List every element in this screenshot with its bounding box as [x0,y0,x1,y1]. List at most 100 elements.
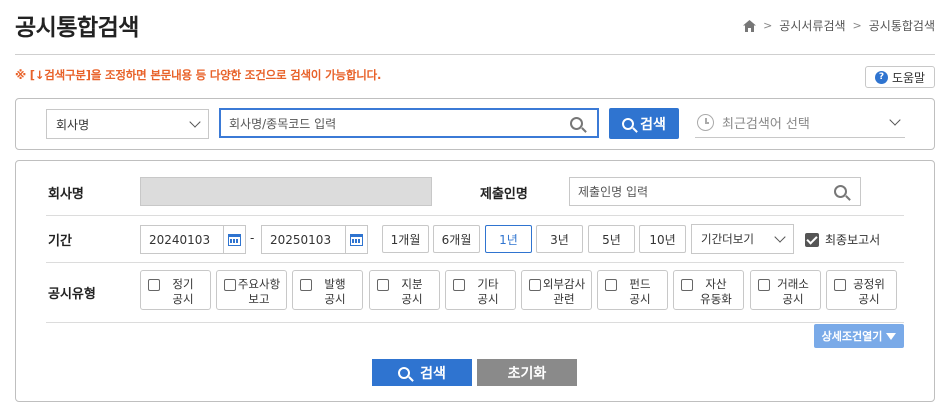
type-label-line: 정기 [172,277,194,291]
disclosure-type-button[interactable]: 발행 공시 [292,270,363,310]
search-type-select[interactable]: 회사명 [46,109,209,139]
date-separator: - [250,231,255,245]
search-icon[interactable] [570,116,583,130]
checkbox-checked-icon [805,232,819,247]
company-search-input[interactable]: 회사명/종목코드 입력 [219,108,599,138]
type-label-line: 거래소 [777,277,809,291]
breadcrumb: > 공시서류검색 > 공시통합검색 [743,17,935,34]
type-label-line: 외부감사 [542,277,586,291]
chevron-down-icon [774,230,786,243]
type-label-line: 자산 [705,277,727,291]
search-notice: ※ [↓검색구분]을 조정하면 본문내용 등 다양한 조건으로 검색이 가능합니… [15,68,382,82]
title-divider [15,54,935,55]
period-3year-button[interactable]: 3년 [536,225,583,253]
detail-conditions-toggle[interactable]: 상세조건열기 [814,324,904,348]
checkbox-icon[interactable] [300,279,312,291]
breadcrumb-item[interactable]: 공시서류검색 [779,17,845,34]
row-divider [46,215,904,216]
start-date-value: 20240103 [149,232,211,247]
submitter-placeholder: 제출인명 입력 [578,185,649,199]
reset-button[interactable]: 초기화 [477,359,577,386]
help-button[interactable]: ? 도움말 [865,66,935,88]
disclosure-type-button[interactable]: 공정위 공시 [826,270,897,310]
period-1year-button[interactable]: 1년 [485,225,532,253]
search-icon [398,366,411,379]
checkbox-icon[interactable] [377,279,389,291]
disclosure-type-label: 외부감사 관련 [541,277,591,307]
disclosure-type-label: 발행 공시 [312,277,362,307]
submitter-input[interactable]: 제출인명 입력 [569,177,861,206]
disclosure-type-label: 펀드 공시 [617,277,667,307]
checkbox-icon[interactable] [453,279,465,291]
disclosure-type-button[interactable]: 외부감사 관련 [521,270,592,310]
company-field [140,177,432,206]
disclosure-type-button[interactable]: 정기 공시 [140,270,211,310]
period-5year-button[interactable]: 5년 [588,225,635,253]
disclosure-type-button[interactable]: 지분 공시 [369,270,440,310]
type-label-line: 펀드 [629,277,651,291]
search-input-placeholder: 회사명/종목코드 입력 [229,116,337,131]
search-icon[interactable] [834,185,847,198]
final-report-checkbox[interactable]: 최종보고서 [805,231,880,248]
calendar-button[interactable] [223,226,245,253]
type-label-line: 공정위 [853,277,885,291]
disclosure-type-label: 지분 공시 [389,277,439,307]
period-more-select[interactable]: 기간더보기 [691,224,794,254]
checkbox-icon[interactable] [681,279,693,291]
type-label-line: 기타 [477,277,499,291]
disclosure-type-label: 공정위 공시 [846,277,896,307]
checkbox-icon[interactable] [758,279,770,291]
search-button[interactable]: 검색 [609,108,679,139]
submitter-label: 제출인명 [480,187,528,202]
home-icon[interactable] [743,19,757,32]
type-label-line: 유동화 [700,292,732,306]
type-label-line: 주요사항 [237,277,281,291]
search-type-value: 회사명 [56,117,90,132]
checkbox-icon[interactable] [834,279,846,291]
search-button-label: 검색 [640,116,666,133]
disclosure-type-label: 자산 유동화 [693,277,743,307]
calendar-icon [350,233,363,246]
detail-toggle-label: 상세조건열기 [821,330,883,343]
start-date-input[interactable]: 20240103 [140,225,246,254]
row-divider [46,262,904,263]
disclosure-type-button[interactable]: 주요사항 보고 [216,270,287,310]
type-label-line: 공시 [629,292,651,306]
disclosure-type-button[interactable]: 기타 공시 [445,270,516,310]
final-report-label: 최종보고서 [825,233,881,247]
recent-search-placeholder: 최근검색어 선택 [722,117,810,132]
chevron-right-icon: > [852,19,862,32]
disclosure-type-label: 정기 공시 [160,277,210,307]
disclosure-type-button[interactable]: 자산 유동화 [673,270,744,310]
disclosure-type-button[interactable]: 거래소 공시 [750,270,821,310]
end-date-input[interactable]: 20250103 [261,225,368,254]
submit-search-label: 검색 [420,365,446,382]
checkbox-icon[interactable] [224,279,236,291]
chevron-down-icon [889,114,901,126]
disclosure-type-label: 주요사항 보고 [236,277,286,307]
company-label: 회사명 [48,187,84,202]
breadcrumb-item[interactable]: 공시통합검색 [869,17,935,34]
period-1month-button[interactable]: 1개월 [382,225,429,253]
row-divider [46,322,904,323]
type-label-line: 공시 [858,292,880,306]
chevron-down-icon [189,115,201,128]
type-label-line: 보고 [248,292,270,306]
type-label-line: 관련 [553,292,575,306]
submit-search-button[interactable]: 검색 [372,359,472,386]
disclosure-type-label: 기타 공시 [465,277,515,307]
type-label-line: 공시 [782,292,804,306]
period-10year-button[interactable]: 10년 [639,225,686,253]
type-label-line: 공시 [401,292,423,306]
checkbox-icon[interactable] [605,279,617,291]
clock-icon [697,114,714,131]
checkbox-icon[interactable] [148,279,160,291]
type-label-line: 공시 [172,292,194,306]
disclosure-type-button[interactable]: 펀드 공시 [597,270,668,310]
checkbox-icon[interactable] [529,279,541,291]
recent-search-select[interactable]: 최근검색어 선택 [695,108,905,138]
calendar-icon [228,233,241,246]
end-date-value: 20250103 [270,232,332,247]
period-6month-button[interactable]: 6개월 [433,225,480,253]
calendar-button[interactable] [345,226,367,253]
